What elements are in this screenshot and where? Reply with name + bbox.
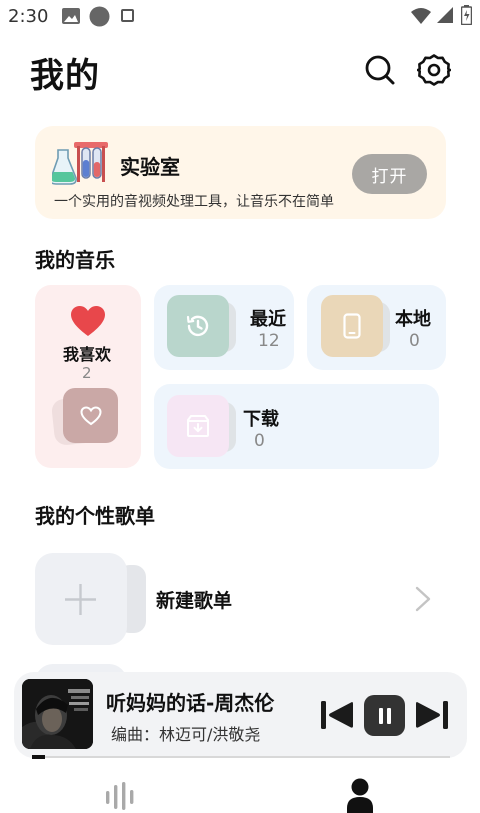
settings-icon <box>417 53 451 87</box>
heart-icon <box>70 305 106 337</box>
lab-flask-icon <box>52 140 108 186</box>
local-tile <box>321 295 383 357</box>
status-time: 2:30 <box>8 6 49 27</box>
song-title: 听妈妈的话-周杰伦 <box>106 691 275 715</box>
recent-label: 最近 <box>250 309 286 330</box>
lab-title: 实验室 <box>120 155 180 179</box>
page-title: 我的 <box>30 56 100 96</box>
song-meta: 编曲：林迈可/洪敬尧 <box>111 725 261 744</box>
recent-count: 12 <box>258 331 280 351</box>
signal-icon <box>436 6 454 24</box>
image-icon <box>62 8 80 24</box>
pause-button[interactable] <box>364 695 405 736</box>
download-box-icon <box>186 414 210 438</box>
plus-icon <box>64 583 97 616</box>
new-playlist-label[interactable]: 新建歌单 <box>156 586 232 613</box>
clock-icon <box>185 313 211 339</box>
profile-icon <box>346 778 374 813</box>
search-icon <box>364 54 396 86</box>
favorites-count: 2 <box>82 364 92 382</box>
local-label: 本地 <box>395 309 431 330</box>
recent-tile <box>167 295 229 357</box>
chevron-right-icon[interactable] <box>415 586 431 612</box>
square-icon <box>121 9 134 22</box>
album-cover[interactable] <box>22 679 93 749</box>
previous-button[interactable] <box>320 699 354 731</box>
settings-button[interactable] <box>417 53 451 87</box>
downloads-label: 下载 <box>243 409 279 430</box>
playlists-title: 我的个性歌单 <box>35 504 155 528</box>
music-bars-icon <box>105 782 135 810</box>
progress-fill <box>32 755 45 759</box>
pause-icon <box>378 707 392 724</box>
next-button[interactable] <box>415 699 449 731</box>
lab-open-button[interactable]: 打开 <box>352 154 427 194</box>
nav-music-tab[interactable] <box>105 782 135 810</box>
lab-description: 一个实用的音视频处理工具，让音乐不在简单 <box>54 194 334 210</box>
progress-track[interactable] <box>32 756 450 758</box>
circle-icon <box>89 6 110 27</box>
search-button[interactable] <box>364 54 396 86</box>
favorites-label: 我喜欢 <box>63 345 112 364</box>
heart-outline-icon <box>79 405 102 426</box>
battery-icon <box>461 5 472 25</box>
nav-profile-tab[interactable] <box>346 778 374 813</box>
downloads-tile <box>167 395 229 457</box>
phone-icon <box>343 313 361 339</box>
local-count: 0 <box>409 331 420 351</box>
previous-icon <box>320 699 354 731</box>
next-icon <box>415 699 449 731</box>
favorites-tile <box>63 388 118 443</box>
status-bar: 2:30 <box>0 0 480 34</box>
wifi-icon <box>410 7 432 25</box>
downloads-count: 0 <box>254 431 265 451</box>
bottom-nav <box>0 770 480 813</box>
my-music-title: 我的音乐 <box>35 248 115 272</box>
